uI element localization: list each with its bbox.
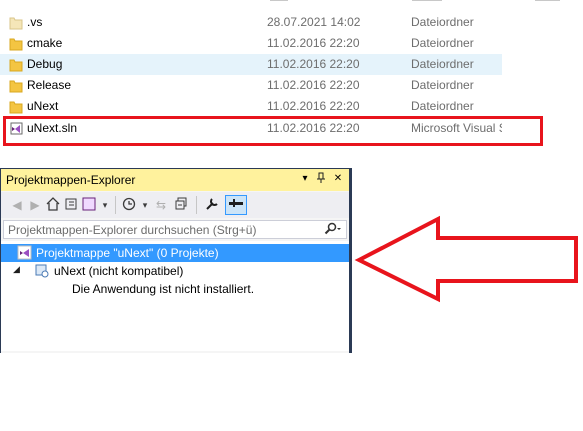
file-name: Release: [27, 78, 72, 92]
visual-studio-solution-icon: [17, 245, 32, 260]
switch-views-icon[interactable]: [63, 197, 79, 213]
solution-tree: Projektmappe "uNext" (0 Projekte) ◢ uNex…: [1, 241, 349, 351]
search-input[interactable]: Projektmappen-Explorer durchsuchen (Strg…: [3, 220, 347, 239]
highlight-box: [3, 116, 543, 146]
file-name: Debug: [27, 57, 63, 71]
file-date: 11.02.2016 22:20: [267, 57, 360, 71]
folder-icon: [9, 101, 23, 114]
properties-wrench-icon[interactable]: [204, 197, 220, 213]
project-unavailable-icon: [35, 264, 49, 278]
file-date: 11.02.2016 22:20: [267, 99, 360, 113]
file-date: 11.02.2016 22:20: [267, 36, 360, 50]
expand-arrow-icon[interactable]: ◢: [13, 264, 20, 275]
file-name: .vs: [27, 15, 43, 29]
file-type: Dateiordner: [411, 57, 474, 71]
chevron-down-icon[interactable]: ▾: [97, 197, 113, 213]
tree-item-message: Die Anwendung ist nicht installiert.: [1, 280, 349, 298]
scroll-edge: [0, 0, 583, 2]
pending-changes-icon[interactable]: [121, 197, 137, 213]
panel-title-bar: Projektmappen-Explorer ▾ ✕: [1, 169, 349, 191]
file-row-release[interactable]: Release 11.02.2016 22:20 Dateiordner: [0, 75, 502, 96]
home-icon[interactable]: [45, 197, 61, 213]
file-name: cmake: [27, 36, 63, 50]
sync-icon[interactable]: ⇆: [153, 197, 169, 213]
tree-item-project[interactable]: ◢ uNext (nicht kompatibel): [1, 262, 349, 280]
pin-icon[interactable]: [314, 172, 328, 186]
back-icon[interactable]: ◀: [9, 197, 25, 213]
file-type: Dateiordner: [411, 36, 474, 50]
panel-title: Projektmappen-Explorer: [6, 173, 136, 187]
file-type: Dateiordner: [411, 78, 474, 92]
folder-icon: [9, 38, 23, 51]
close-icon[interactable]: ✕: [331, 172, 345, 186]
tree-item-label: Die Anwendung ist nicht installiert.: [72, 282, 255, 296]
file-row-debug[interactable]: Debug 11.02.2016 22:20 Dateiordner: [0, 54, 502, 75]
file-row-cmake[interactable]: cmake 11.02.2016 22:20 Dateiordner: [0, 33, 502, 54]
panel-toolbar: ◀ ▶ ▾ ▾ ⇆: [1, 192, 349, 218]
file-type: Dateiordner: [411, 99, 474, 113]
tree-item-solution[interactable]: Projektmappe "uNext" (0 Projekte): [1, 244, 349, 262]
folder-icon: [9, 80, 23, 93]
search-placeholder: Projektmappen-Explorer durchsuchen (Strg…: [8, 223, 257, 237]
file-date: 28.07.2021 14:02: [267, 15, 361, 29]
views-dropdown-icon[interactable]: [81, 197, 97, 213]
chevron-down-icon[interactable]: ▾: [137, 197, 153, 213]
folder-icon: [9, 59, 23, 72]
tree-item-label: Projektmappe "uNext" (0 Projekte): [36, 246, 219, 260]
file-name: uNext: [27, 99, 59, 113]
forward-icon[interactable]: ▶: [27, 197, 43, 213]
file-row-vs[interactable]: .vs 28.07.2021 14:02 Dateiordner: [0, 12, 502, 33]
tree-item-label: uNext (nicht kompatibel): [54, 264, 184, 278]
window-position-dropdown-icon[interactable]: ▾: [298, 172, 312, 186]
highlight-arrow: [354, 215, 578, 303]
solution-explorer-panel: Projektmappen-Explorer ▾ ✕ ◀ ▶ ▾ ▾ ⇆ Pro…: [0, 168, 352, 353]
folder-hidden-icon: [9, 17, 23, 30]
preview-selected-items-icon[interactable]: [225, 195, 247, 215]
collapse-all-icon[interactable]: [173, 197, 189, 213]
search-icon[interactable]: [324, 222, 342, 239]
file-type: Dateiordner: [411, 15, 474, 29]
file-row-unext[interactable]: uNext 11.02.2016 22:20 Dateiordner: [0, 96, 502, 117]
file-date: 11.02.2016 22:20: [267, 78, 360, 92]
